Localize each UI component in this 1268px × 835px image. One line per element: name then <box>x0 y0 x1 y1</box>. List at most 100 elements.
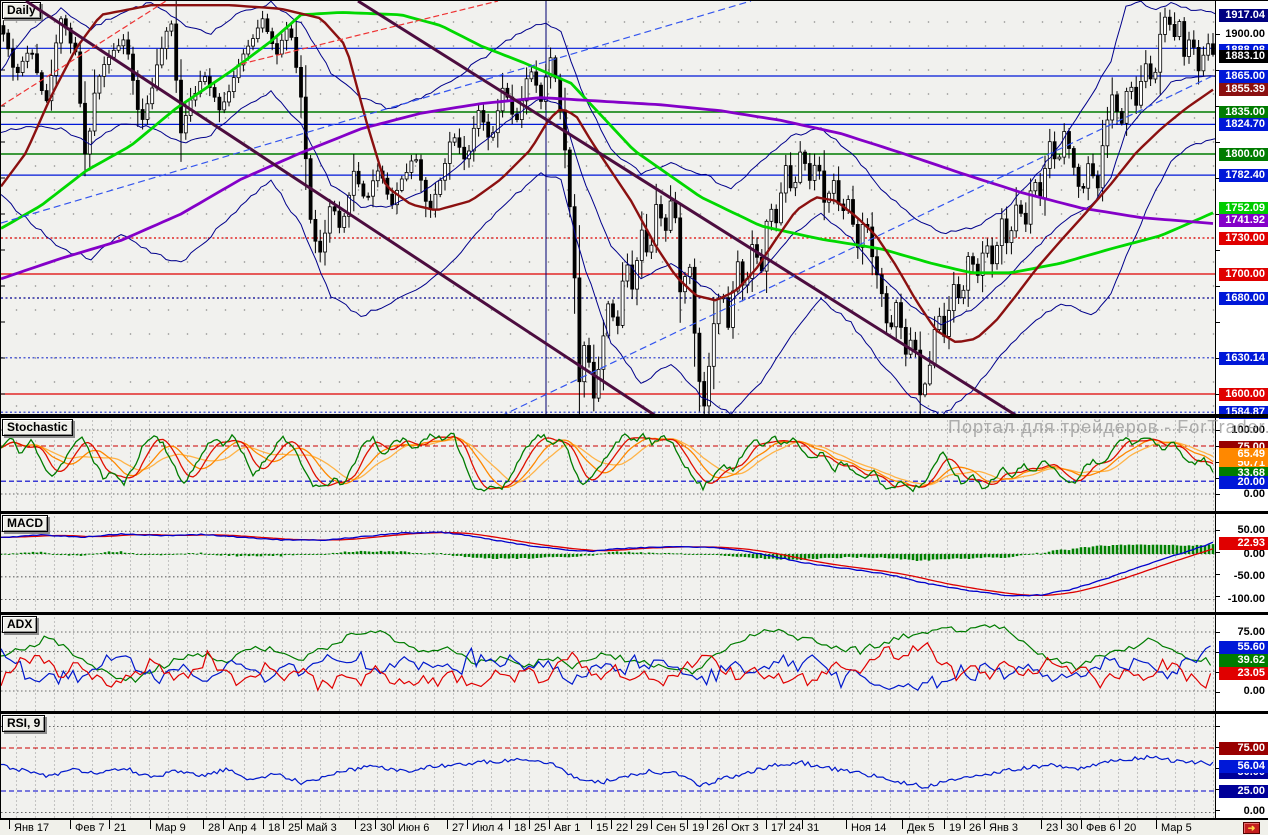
time-axis-tick <box>355 820 356 829</box>
macd-histogram-bar <box>483 554 487 559</box>
candle-body <box>236 64 241 79</box>
time-axis-tick <box>467 820 468 829</box>
macd-histogram-bar <box>351 552 355 554</box>
macd-histogram-bar <box>1199 545 1203 554</box>
macd-histogram-bar <box>363 551 367 554</box>
rsi-title[interactable]: RSI, 9 <box>2 715 46 732</box>
candle-body <box>97 75 102 94</box>
candle-body <box>529 71 534 80</box>
candle-body <box>515 113 519 121</box>
candle-body <box>323 232 327 253</box>
candle-body <box>1143 63 1148 82</box>
candle-body <box>279 39 284 55</box>
candle-body <box>467 150 471 160</box>
candle-body <box>539 84 543 102</box>
macd-histogram-bar <box>623 552 627 554</box>
trend-line <box>240 1 499 65</box>
macd-histogram-bar <box>303 554 307 555</box>
candle-body <box>342 215 347 228</box>
adx-title[interactable]: ADX <box>2 616 38 633</box>
macd-histogram-bar <box>779 554 783 560</box>
macd-histogram-bar <box>823 554 827 558</box>
macd-histogram-bar <box>639 552 643 554</box>
macd-histogram-bar <box>519 554 523 559</box>
axis-scale-label: 75.00 <box>1237 625 1265 638</box>
time-axis-label: Мар 9 <box>155 822 186 834</box>
macd-histogram-bar <box>75 554 79 556</box>
time-axis-label: Ноя 14 <box>851 822 887 834</box>
macd-histogram-bar <box>191 553 195 554</box>
main-price-chart[interactable]: Daily <box>0 1 1216 414</box>
adx-panel[interactable]: ADX <box>0 615 1216 711</box>
candle-body <box>1206 43 1211 56</box>
price-level-label: 39.62 <box>1219 653 1268 667</box>
macd-histogram-bar <box>1075 548 1079 554</box>
macd-histogram-bar <box>827 554 831 558</box>
time-axis-label: 21 <box>114 822 127 834</box>
macd-histogram-bar <box>19 552 23 554</box>
candle-body <box>1019 204 1023 214</box>
macd-histogram-bar <box>611 551 615 554</box>
macd-histogram-bar <box>695 554 699 555</box>
macd-histogram-bar <box>727 554 731 556</box>
price-level-label: 1782.40 <box>1219 168 1268 182</box>
macd-histogram-bar <box>367 551 371 554</box>
macd-histogram-bar <box>455 554 459 556</box>
macd-histogram-bar <box>143 554 147 556</box>
stochastic-title[interactable]: Stochastic <box>2 419 73 436</box>
macd-panel[interactable]: MACD <box>0 514 1216 612</box>
candle-body <box>903 326 908 355</box>
scroll-to-end-button[interactable]: ➜ <box>1243 822 1260 834</box>
candle-body <box>275 43 279 55</box>
time-axis-label: 23 <box>360 822 373 834</box>
macd-histogram-bar <box>167 554 171 555</box>
macd-histogram-bar <box>407 552 411 554</box>
time-axis-tick <box>70 820 71 829</box>
macd-histogram-bar <box>795 554 799 560</box>
candle-body <box>164 30 169 50</box>
macd-histogram-bar <box>1175 545 1179 554</box>
price-level-label: 1917.04 <box>1219 8 1268 22</box>
candle-body <box>683 276 687 293</box>
candle-body <box>1187 39 1191 57</box>
time-axis-label: Фев 6 <box>1086 822 1116 834</box>
candle-body <box>836 180 841 205</box>
candle-body <box>491 132 495 138</box>
macd-histogram-bar <box>183 553 187 555</box>
rsi-panel[interactable]: RSI, 9 <box>0 714 1216 818</box>
candle-body <box>409 160 414 173</box>
candle-body <box>255 27 260 40</box>
macd-histogram-bar <box>279 554 283 557</box>
candle-body <box>1081 185 1086 189</box>
candle-body <box>294 37 299 68</box>
candle-body <box>726 297 731 328</box>
axis-scale-label: -50.00 <box>1233 569 1265 582</box>
candle-body <box>44 90 49 102</box>
time-axis-tick <box>1119 820 1120 829</box>
candle-body <box>668 200 673 231</box>
macd-histogram-bar <box>347 552 351 554</box>
time-axis-label: 19 <box>949 822 962 834</box>
macd-histogram-bar <box>983 554 987 558</box>
macd-histogram-bar <box>555 554 559 557</box>
macd-histogram-bar <box>79 554 83 556</box>
macd-histogram-bar <box>443 554 447 555</box>
candle-body <box>779 192 783 224</box>
candle-body <box>995 245 999 265</box>
candle-body <box>299 67 303 98</box>
macd-histogram-bar <box>67 554 71 556</box>
chart-timeframe-label[interactable]: Daily <box>2 2 41 19</box>
plus-di-line <box>1 645 1211 692</box>
macd-line <box>1 531 1214 597</box>
macd-title[interactable]: MACD <box>2 515 48 532</box>
macd-histogram-bar <box>271 554 275 556</box>
candle-body <box>620 280 625 326</box>
candle-body <box>404 171 409 180</box>
stoch-slow-signal <box>1 438 1214 486</box>
candle-body <box>524 78 529 102</box>
macd-histogram-bar <box>811 554 815 559</box>
macd-histogram-bar <box>543 554 547 558</box>
time-axis-label: Июл 4 <box>472 822 504 834</box>
macd-histogram-bar <box>971 554 975 559</box>
macd-histogram-bar <box>579 554 583 557</box>
